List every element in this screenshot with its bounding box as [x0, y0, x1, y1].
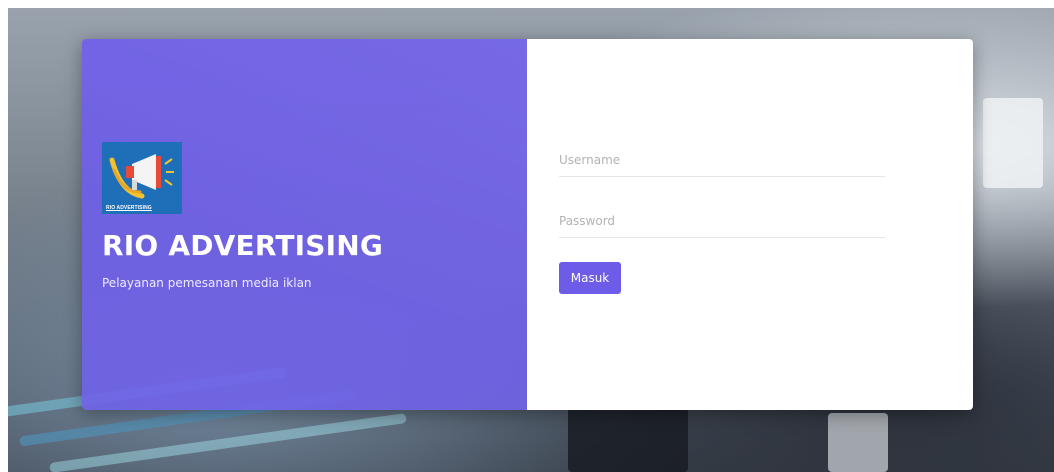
- logo: RIO ADVERTISING: [102, 142, 182, 214]
- background-photo: RIO ADVERTISING RIO ADVERTISING Pelayana…: [8, 8, 1054, 472]
- background-machine: [983, 98, 1043, 188]
- username-field: [559, 146, 885, 177]
- background-stripe: [49, 412, 407, 472]
- brand-panel: RIO ADVERTISING RIO ADVERTISING Pelayana…: [82, 39, 527, 410]
- login-card: RIO ADVERTISING RIO ADVERTISING Pelayana…: [82, 39, 973, 410]
- brand-title: RIO ADVERTISING: [102, 229, 384, 262]
- megaphone-icon: [102, 142, 182, 214]
- background-machine: [828, 413, 888, 472]
- background-machine: [568, 408, 688, 472]
- login-form-panel: Masuk: [527, 39, 973, 410]
- login-button[interactable]: Masuk: [559, 262, 621, 294]
- password-input[interactable]: [559, 207, 885, 235]
- password-field: [559, 207, 885, 238]
- logo-text: RIO ADVERTISING: [106, 205, 152, 211]
- brand-subtitle: Pelayanan pemesanan media iklan: [102, 276, 312, 290]
- username-input[interactable]: [559, 146, 885, 174]
